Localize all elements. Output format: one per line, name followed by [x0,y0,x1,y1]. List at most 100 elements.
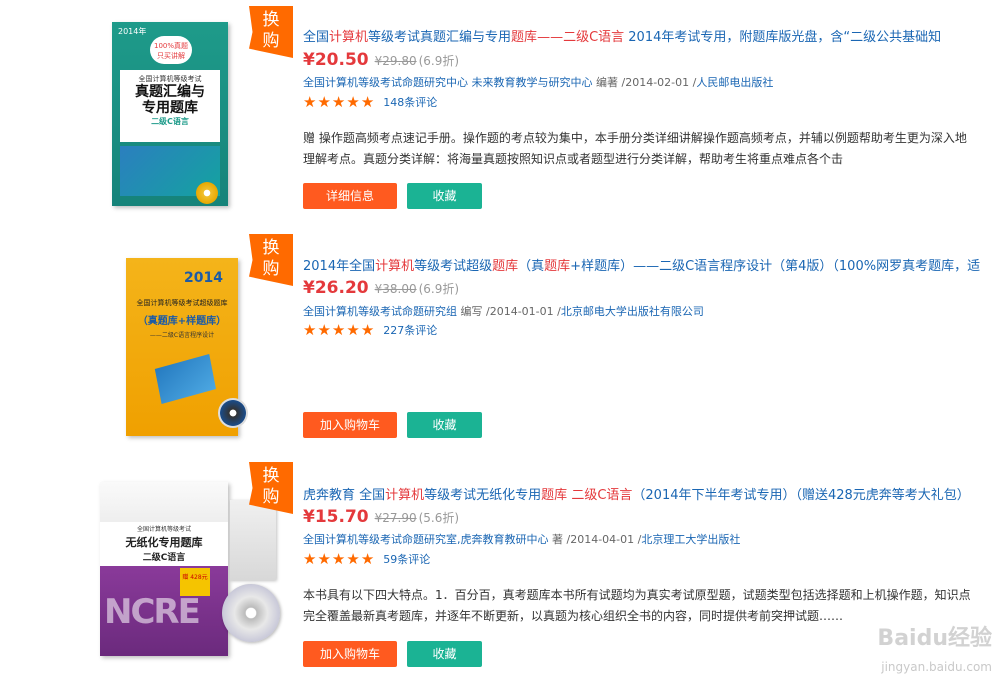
star-icon: ★ [346,93,360,111]
title-seg[interactable]: 虎奔教育 全国 [303,488,385,503]
author-line: 全国计算机等级考试命题研究中心 未来教育教学与研究中心 编著 /2014-02-… [303,74,773,90]
title-seg[interactable]: 等级考试真题汇编与专用 [368,30,511,45]
cover-ncre: NCRE [104,592,201,632]
star-icon: ★ [331,93,346,111]
exchange-badge: 换购 [249,234,293,286]
current-price: ¥26.20 [303,278,369,298]
cover-series: 全国计算机等级考试 [138,75,202,83]
cover-title-1: 真题汇编与 [135,84,205,100]
cover-year: 2014 [184,270,223,286]
title-seg-hl[interactable]: 计算机 [385,488,424,503]
title-seg[interactable]: 2014年全国 [303,259,375,274]
add-to-cart-button[interactable]: 加入购物车 [303,641,397,667]
product-description: 赠 操作题高频考点速记手册。操作题的考点较为集中，本手册分类详细讲解操作题高频考… [303,131,967,166]
product-title-link[interactable]: 虎奔教育 全国计算机等级考试无纸化专用题库 二级C语言（2014年下半年考试专用… [303,484,983,503]
exchange-badge: 换购 [249,6,293,58]
rating: ★ ★ ★ ★ ★ 59条评论 [303,550,430,568]
author-link[interactable]: 全国计算机等级考试命题研究组 [303,305,457,318]
original-price: ¥29.80 [374,54,417,68]
title-seg[interactable]: 全国 [303,30,329,45]
favorite-button[interactable]: 收藏 [407,412,482,438]
author-role: 著 /2014-04-01 / [548,533,642,546]
current-price: ¥15.70 [303,507,369,527]
original-price: ¥38.00 [374,282,417,296]
badge-label: 换购 [262,10,280,51]
add-to-cart-button[interactable]: 加入购物车 [303,412,397,438]
title-seg-hl[interactable]: 题库 [492,259,518,274]
current-price: ¥20.50 [303,50,369,70]
star-icon: ★ [317,550,331,568]
title-seg-hl[interactable]: 二级C语言 [567,488,632,503]
cover-subtitle: 二级C语言 [151,117,189,126]
badge-label: 换购 [262,466,280,507]
publisher-link[interactable]: 人民邮电出版社 [696,76,773,89]
book-cover-image[interactable]: 2014 全国计算机等级考试超级题库 （真题库+样题库） ——二级C语言程序设计 [126,258,248,436]
original-price: ¥27.90 [374,511,417,525]
cd-disc-icon [196,182,218,204]
star-icon: ★ [303,550,317,568]
title-seg-hl[interactable]: 计算机 [375,259,414,274]
price-row: ¥15.70 ¥27.90 (5.6折) [303,507,459,527]
title-seg[interactable]: 2014年考试专用，附题库版光盘，含“二级公共基础知 [624,30,941,45]
cover-gift-tag: 赠 428元 [180,568,210,596]
author-link[interactable]: 全国计算机等级考试命题研究室,虎奔教育教研中心 [303,533,549,546]
author-role: 编写 /2014-01-01 / [457,305,561,318]
review-count-link[interactable]: 227条评论 [383,322,437,338]
star-icon: ★ [317,321,331,339]
title-seg[interactable]: （2014年下半年考试专用）（赠送428元虎奔等考大礼包） [632,488,969,503]
cover-title: 无纸化专用题库 [125,536,203,549]
star-icon: ★ [303,93,317,111]
price-row: ¥26.20 ¥38.00 (6.9折) [303,278,459,298]
review-count-link[interactable]: 148条评论 [383,94,437,110]
title-seg-hl[interactable]: ——二级C语言 [537,30,624,45]
title-seg[interactable]: 等级考试超级 [414,259,492,274]
star-icon: ★ [303,321,317,339]
price-row: ¥20.50 ¥29.80 (6.9折) [303,50,459,70]
product-title-link[interactable]: 2014年全国计算机等级考试超级题库（真题库+样题库）——二级C语言程序设计（第… [303,255,983,274]
star-icon: ★ [346,550,360,568]
cover-subtitle: ——二级C语言程序设计 [149,332,215,339]
cover-subtitle: 二级C语言 [142,553,186,563]
product-title-link[interactable]: 全国计算机等级考试真题汇编与专用题库——二级C语言 2014年考试专用，附题库版… [303,26,983,45]
author-line: 全国计算机等级考试命题研究组 编写 /2014-01-01 /北京邮电大学出版社… [303,303,704,319]
title-seg[interactable]: （真 [518,259,544,274]
cover-series: 全国计算机等级考试 [136,526,191,533]
details-button[interactable]: 详细信息 [303,183,397,209]
publisher-link[interactable]: 北京理工大学出版社 [641,533,740,546]
discount: (6.9折) [418,54,460,68]
star-icon: ★ [360,321,375,339]
badge-label: 换购 [262,238,280,279]
baidu-watermark: Baidu经验 [877,626,992,651]
rating: ★ ★ ★ ★ ★ 148条评论 [303,93,437,111]
cd-disc-icon [222,584,280,642]
favorite-button[interactable]: 收藏 [407,641,482,667]
star-icon: ★ [317,93,331,111]
star-icon: ★ [346,321,360,339]
favorite-button[interactable]: 收藏 [407,183,482,209]
discount: (6.9折) [418,282,460,296]
title-seg[interactable]: 等级考试无纸化专用 [424,488,541,503]
publisher-link[interactable]: 北京邮电大学出版社有限公司 [561,305,704,318]
title-seg-hl[interactable]: 题库 [511,30,537,45]
cd-sleeve [230,500,276,580]
title-seg-hl[interactable]: 题库 [541,488,567,503]
star-icon: ★ [331,321,346,339]
cover-series: 全国计算机等级考试超级题库 [136,299,228,307]
review-count-link[interactable]: 59条评论 [383,551,430,567]
book-cover-image[interactable]: 2014年 100%真题 只买讲解 全国计算机等级考试 真题汇编与 专用题库 二… [112,22,228,206]
cd-disc-icon [218,398,248,428]
title-seg-hl[interactable]: 题库 [544,259,570,274]
author-line: 全国计算机等级考试命题研究室,虎奔教育教研中心 著 /2014-04-01 /北… [303,531,740,547]
product-description: 本书具有以下四大特点。1．百分百，真考题库本书所有试题均为真实考试原型题，试题类… [303,588,971,623]
cover-title: （真题库+样题库） [137,316,227,327]
title-seg-hl[interactable]: 计算机 [329,30,368,45]
cover-title-2: 专用题库 [142,100,198,116]
book-cover-image[interactable]: 全国计算机等级考试 无纸化专用题库 二级C语言 NCRE 赠 428元 [100,482,228,656]
title-seg[interactable]: +样题库）——二级C语言程序设计（第4版）（100%网罗真考题库，适 [570,259,980,274]
star-icon: ★ [331,550,346,568]
cover-year: 2014年 [118,27,147,36]
author-link[interactable]: 全国计算机等级考试命题研究中心 未来教育教学与研究中心 [303,76,593,89]
watermark-url: jingyan.baidu.com [881,660,992,674]
rating: ★ ★ ★ ★ ★ 227条评论 [303,321,437,339]
discount: (5.6折) [418,511,460,525]
